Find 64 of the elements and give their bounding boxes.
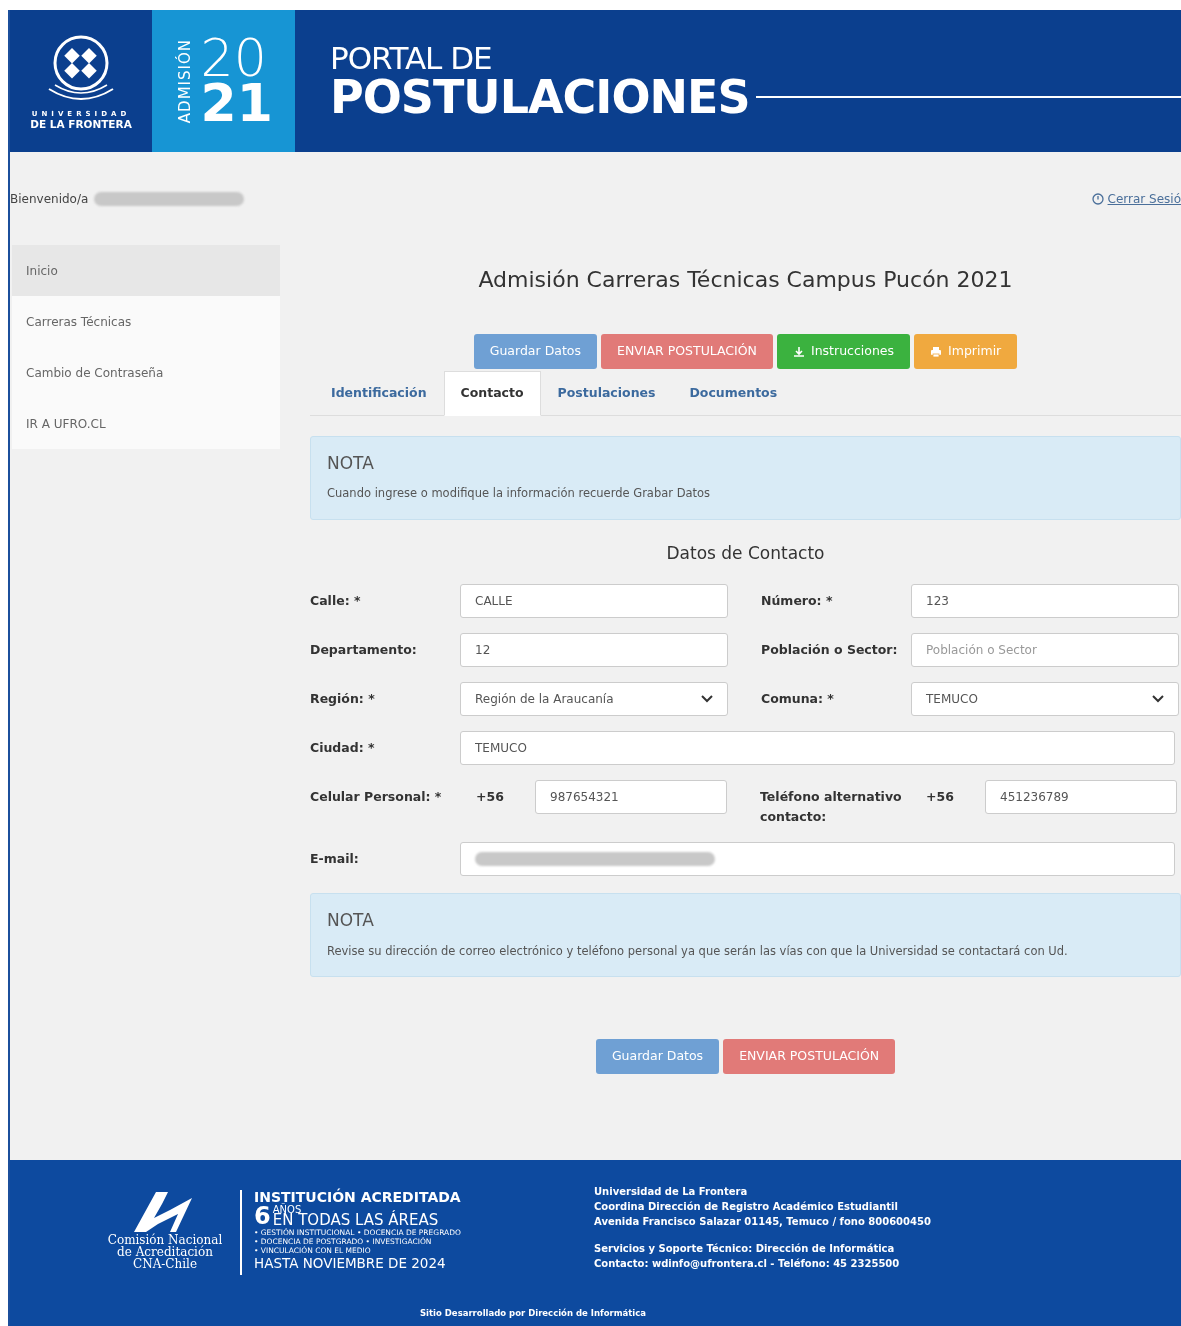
download-icon: [792, 345, 805, 358]
phone-prefix: +56: [925, 788, 955, 806]
logout-link[interactable]: Cerrar Sesió: [1091, 189, 1181, 208]
dropdown[interactable]: TEMUCO: [911, 682, 1179, 716]
sidebar-item[interactable]: Inicio: [12, 245, 280, 296]
note-title: NOTA: [327, 909, 375, 932]
note-text: Revise su dirección de correo electrónico y teléfono personal ya que serán las vías con que la Universidad se contactará con Ud.: [327, 942, 1069, 960]
field-label: Departamento:: [310, 641, 418, 659]
agency-name: Comisión Nacional: [107, 1234, 223, 1246]
field-label: E-mail:: [310, 850, 360, 868]
input-field[interactable]: 987654321: [535, 780, 727, 814]
field-label: Ciudad: *: [310, 739, 376, 757]
credit-text: Sitio Desarrollado por Dirección de Informática: [420, 1307, 647, 1320]
welcome-text: Bienvenido/a: [10, 190, 89, 208]
tab[interactable]: Identificación: [314, 371, 444, 416]
year-text: 21: [200, 81, 273, 126]
dropdown-value: Región de la Araucanía: [475, 691, 614, 708]
field-label: Número: *: [761, 592, 834, 610]
input-field[interactable]: Población o Sector: [911, 633, 1179, 667]
tab[interactable]: Documentos: [672, 371, 795, 416]
field-label: Comuna: *: [761, 690, 835, 708]
years-number: 6: [254, 1204, 271, 1228]
sidebar-item[interactable]: Carreras Técnicas: [12, 296, 280, 347]
input-field[interactable]: TEMUCO: [460, 731, 1175, 765]
input-field[interactable]: 12: [460, 633, 728, 667]
year-text: 20: [200, 36, 267, 81]
input-field[interactable]: 123: [911, 584, 1179, 618]
field-label: Región: *: [310, 690, 376, 708]
contact-line: Coordina Dirección de Registro Académico Estudiantil: [594, 1200, 899, 1214]
agency-name: de Acreditación: [117, 1246, 213, 1258]
tab[interactable]: Postulaciones: [540, 371, 673, 416]
accreditation-date: HASTA NOVIEMBRE DE 2024: [254, 1255, 447, 1272]
contact-line: Servicios y Soporte Técnico: Dirección de Informática: [594, 1242, 896, 1256]
portal-title: POSTULACIONES: [330, 73, 750, 120]
dropdown-value: TEMUCO: [926, 691, 978, 708]
input-field[interactable]: 451236789: [985, 780, 1177, 814]
chevron-down-icon: [701, 695, 713, 703]
power-icon: [1091, 192, 1104, 205]
contact-line: Universidad de La Frontera: [594, 1185, 749, 1199]
note-text: Cuando ingrese o modifique la información recuerde Grabar Datos: [327, 485, 712, 503]
sidebar-item[interactable]: IR A UFRO.CL: [12, 398, 280, 449]
input-field[interactable]: CALLE: [460, 584, 728, 618]
note-title: NOTA: [327, 451, 375, 475]
field-label: Población o Sector:: [761, 641, 899, 659]
field-label: Calle: *: [310, 592, 362, 610]
contact-line: Contacto: wdinfo@ufrontera.cl - Teléfono: 45 2325500: [594, 1257, 901, 1271]
portal-subtitle: PORTAL DE: [330, 42, 493, 74]
phone-prefix: +56: [475, 788, 505, 806]
admission-label: ADMISIÓN: [174, 38, 196, 124]
tab[interactable]: Contacto: [443, 371, 541, 416]
sidebar-item[interactable]: Cambio de Contraseña: [12, 347, 280, 398]
printer-icon: [930, 345, 943, 358]
chevron-down-icon: [1152, 695, 1164, 703]
field-label: Celular Personal: *: [310, 788, 443, 806]
dropdown[interactable]: Región de la Araucanía: [460, 682, 728, 716]
field-label: Teléfono alternativo contacto:: [760, 788, 903, 826]
input-field[interactable]: [460, 842, 1175, 876]
page-title: Admisión Carreras Técnicas Campus Pucón 2021: [477, 266, 1014, 294]
contact-line: Avenida Francisco Salazar 01145, Temuco / fono 800600450: [594, 1215, 931, 1229]
years-label: AÑOS: [272, 1204, 302, 1214]
accreditation-title: INSTITUCIÓN ACREDITADA: [254, 1190, 462, 1204]
section-title: Datos de Contacto: [665, 541, 826, 565]
agency-name: CNA-Chile: [132, 1258, 198, 1270]
university-name: DE LA FRONTERA: [30, 119, 132, 130]
